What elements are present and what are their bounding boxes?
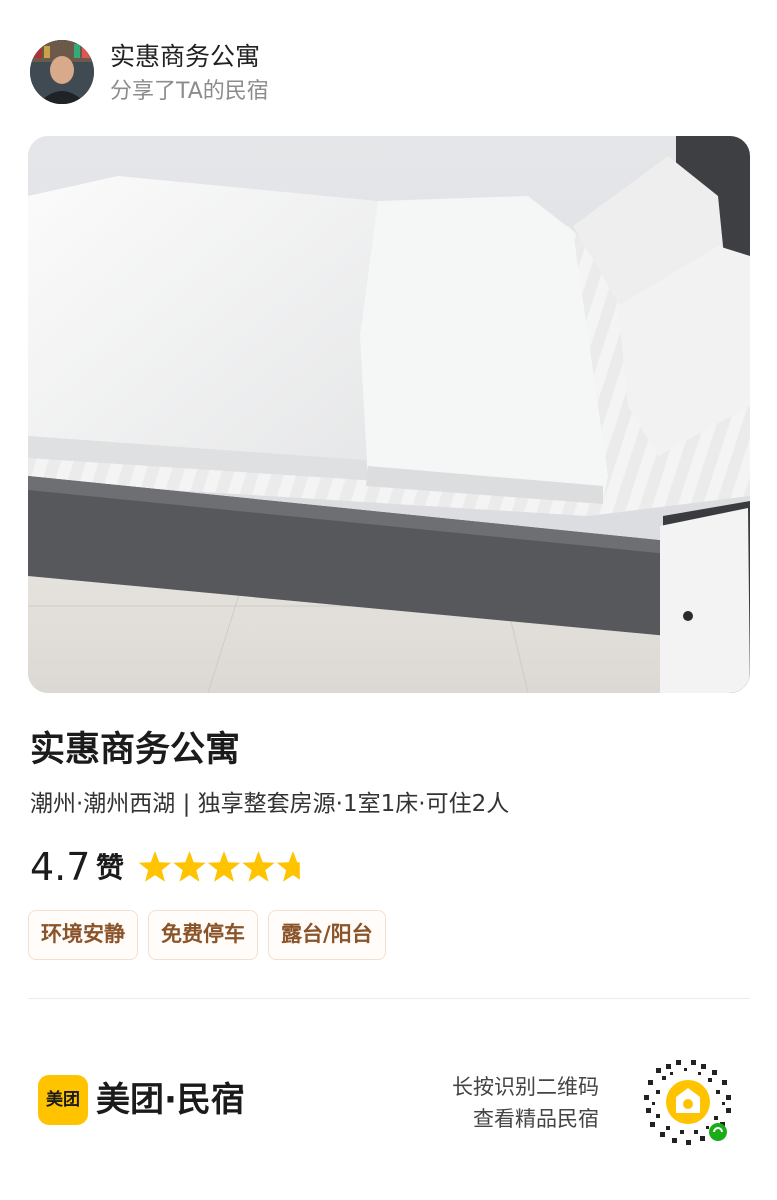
star-icon	[276, 851, 300, 882]
star-icon	[138, 851, 172, 882]
tag-balcony: 露台/阳台	[268, 910, 386, 960]
rating-row: 4.7 赞	[30, 842, 430, 892]
mini-program-qr-code-icon	[637, 1051, 739, 1153]
tag-free-parking: 免费停车	[148, 910, 258, 960]
sharer-name: 实惠商务公寓	[110, 42, 261, 71]
star-icon	[242, 851, 275, 882]
listing-name: 实惠商务公寓	[30, 730, 241, 770]
listing-location-info: 潮州·潮州西湖 | 独享整套房源·1室1床·可住2人	[30, 791, 510, 817]
divider	[28, 998, 750, 999]
star-icon	[173, 851, 206, 882]
rating-stars	[138, 851, 300, 882]
qr-code[interactable]	[636, 1050, 740, 1154]
listing-photo[interactable]	[28, 136, 750, 693]
share-subtitle: 分享了TA的民宿	[110, 79, 269, 104]
avatar[interactable]	[30, 40, 94, 104]
rating-score: 4.7	[30, 845, 91, 889]
bedroom-photo-icon	[28, 136, 750, 693]
brand-name: 美团·民宿	[96, 1080, 245, 1120]
share-header: 实惠商务公寓 分享了TA的民宿	[30, 40, 750, 106]
feature-tags: 环境安静 免费停车 露台/阳台	[28, 910, 386, 960]
tag-quiet: 环境安静	[28, 910, 138, 960]
qr-hint: 长按识别二维码 查看精品民宿	[452, 1071, 599, 1135]
user-avatar-icon	[30, 40, 94, 104]
meituan-logo-icon: 美团	[38, 1075, 88, 1125]
qr-hint-line2: 查看精品民宿	[473, 1107, 599, 1131]
qr-hint-line1: 长按识别二维码	[452, 1075, 599, 1099]
star-icon	[207, 851, 241, 882]
rating-praise-label: 赞	[96, 851, 125, 884]
